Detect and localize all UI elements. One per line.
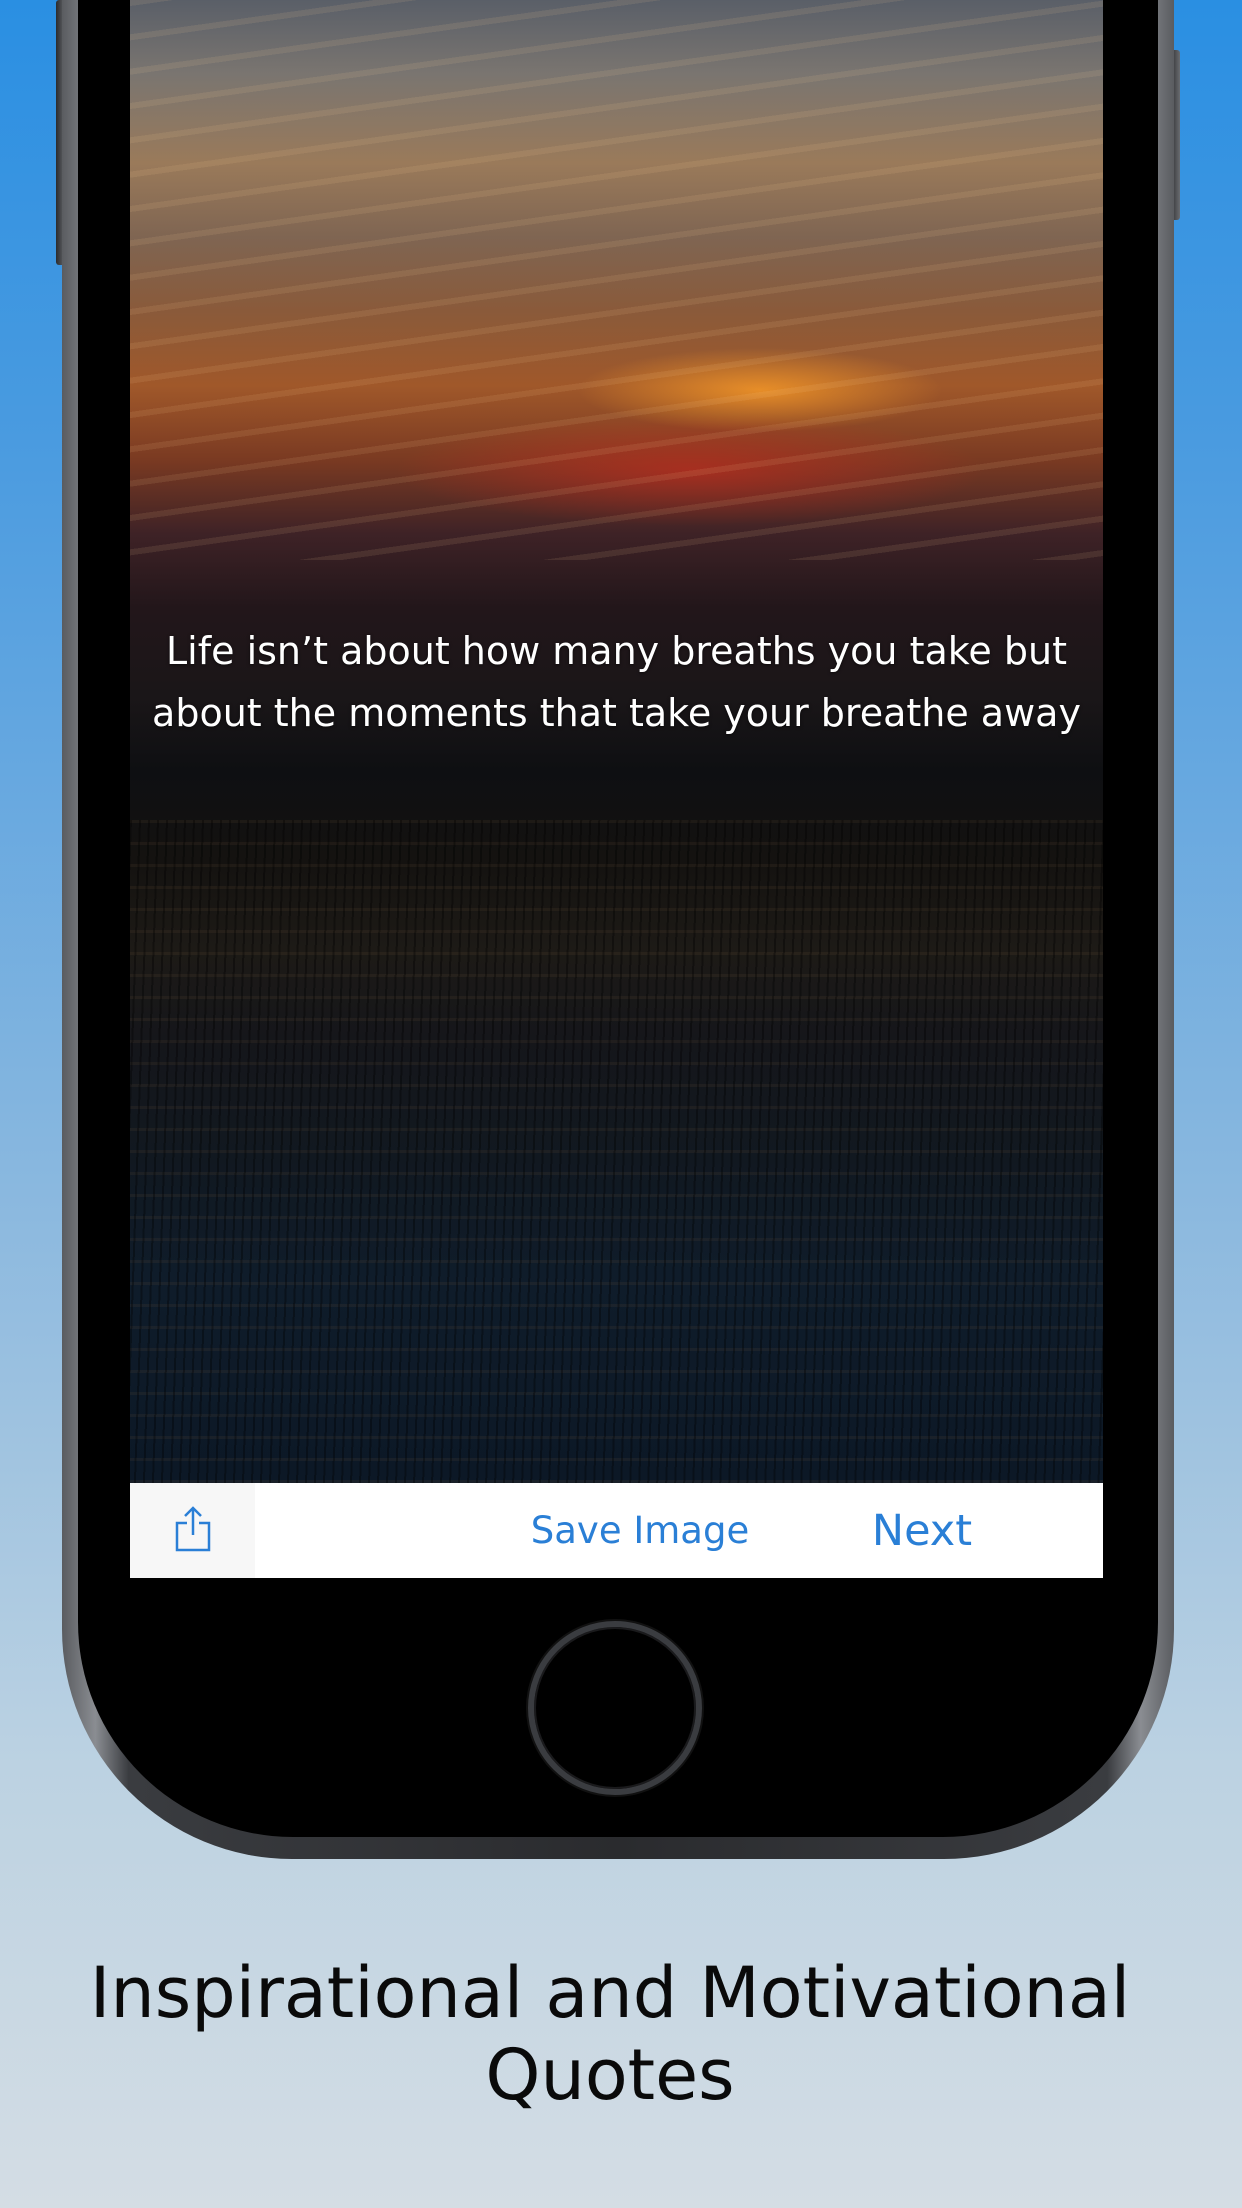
quote-text: Life isn’t about how many breaths you ta… (152, 629, 1081, 735)
phone-screen: Life isn’t about how many breaths you ta… (130, 0, 1103, 1578)
save-image-button[interactable]: Save Image (440, 1483, 840, 1578)
promo-caption: Inspirational and Motivational Quotes (89, 1952, 1131, 2116)
bottom-toolbar: Save Image Next (130, 1483, 1103, 1578)
home-button[interactable] (528, 1621, 702, 1795)
share-button[interactable] (130, 1483, 255, 1578)
next-button[interactable]: Next (822, 1483, 1022, 1578)
share-icon (173, 1505, 213, 1557)
